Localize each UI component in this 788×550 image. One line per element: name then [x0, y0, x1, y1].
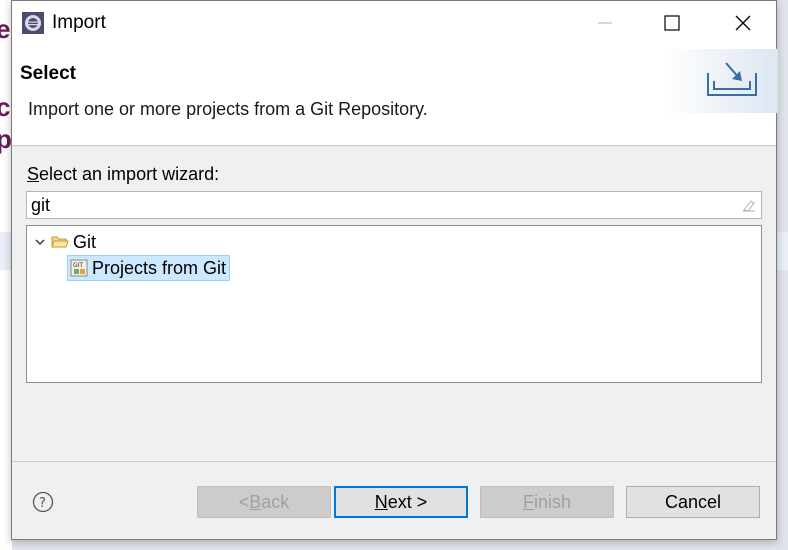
- finish-button[interactable]: Finish: [480, 486, 614, 518]
- minimize-icon[interactable]: [584, 9, 624, 37]
- git-project-icon: GIT: [70, 259, 88, 277]
- tree-item-label: Projects from Git: [92, 257, 227, 278]
- next-button[interactable]: Next >: [334, 486, 468, 518]
- import-wizard-icon: [662, 49, 778, 113]
- page-title: Select: [20, 63, 76, 84]
- tree-item-projects-from-git[interactable]: GIT Projects from Git: [67, 255, 231, 281]
- clear-filter-icon[interactable]: [741, 197, 757, 213]
- background-glyph: c: [0, 92, 11, 122]
- maximize-icon[interactable]: [652, 9, 692, 37]
- help-icon[interactable]: ?: [32, 491, 54, 513]
- footer-divider: [12, 461, 776, 462]
- folder-open-icon: [51, 236, 69, 248]
- page-description: Import one or more projects from a Git R…: [28, 99, 428, 119]
- wizard-banner: Select Import one or more projects from …: [12, 45, 778, 146]
- window-title: Import: [52, 12, 106, 33]
- svg-text:GIT: GIT: [73, 262, 83, 269]
- close-icon[interactable]: [722, 9, 762, 37]
- eclipse-app-icon: [22, 12, 44, 34]
- chevron-down-icon[interactable]: [33, 235, 47, 249]
- filter-input[interactable]: [29, 193, 731, 217]
- import-dialog: Import Select Import one or more project…: [11, 0, 778, 540]
- select-wizard-label: Select an import wizard:: [27, 164, 220, 184]
- back-button[interactable]: < Back: [197, 486, 331, 518]
- wizard-filter[interactable]: [26, 191, 762, 219]
- tree-item-label: Git: [73, 231, 97, 252]
- wizard-tree[interactable]: Git GIT Projects from Git: [26, 225, 762, 383]
- background-glyph: e: [0, 14, 11, 44]
- tree-item-git[interactable]: Git: [33, 229, 96, 255]
- svg-text:?: ?: [39, 496, 46, 511]
- title-bar: Import: [12, 1, 776, 45]
- cancel-button[interactable]: Cancel: [626, 486, 760, 518]
